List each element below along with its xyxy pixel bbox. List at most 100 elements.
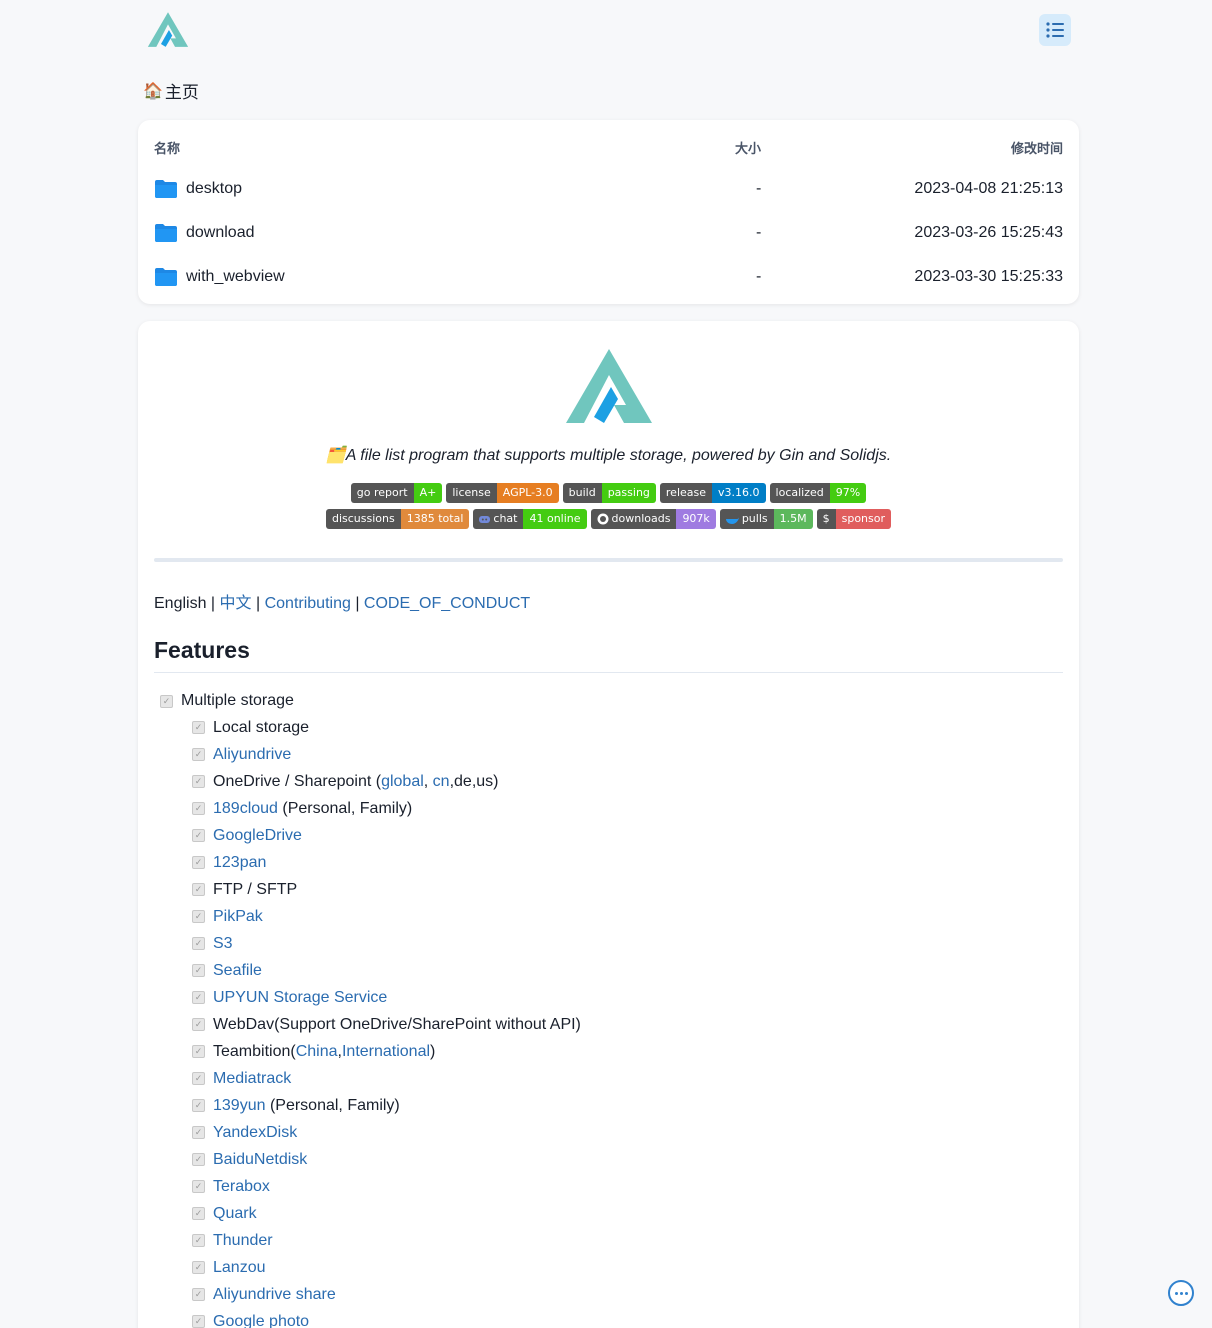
column-modified[interactable]: 修改时间 (1011, 138, 1063, 157)
file-name[interactable]: desktop (186, 180, 242, 198)
checkbox-checked[interactable]: ✓ (192, 964, 205, 977)
storage-item: ✓ BaiduNetdisk (192, 1146, 581, 1173)
column-name[interactable]: 名称 (154, 138, 180, 157)
badge-value: 97% (829, 483, 867, 503)
features-heading: Features (154, 637, 1063, 673)
badge[interactable]: license AGPL-3.0 (446, 483, 559, 503)
list-icon (1046, 22, 1064, 38)
badge-label-text: $ (822, 512, 830, 525)
checkbox-checked[interactable]: ✓ (192, 910, 205, 923)
checkbox-checked[interactable]: ✓ (192, 1315, 205, 1328)
file-row[interactable]: with_webview - 2023-03-30 15:25:33 (154, 259, 1063, 295)
checkbox-checked[interactable]: ✓ (192, 802, 205, 815)
storage-item: ✓ Aliyundrive share (192, 1281, 581, 1308)
checkbox-checked[interactable]: ✓ (192, 721, 205, 734)
checkbox-checked[interactable]: ✓ (160, 694, 173, 708)
checkbox-checked[interactable]: ✓ (192, 829, 205, 842)
feature-item: ✓ Multiple storage (160, 688, 581, 714)
storage-link[interactable]: Quark (213, 1205, 257, 1222)
tagline-text: A file list program that supports multip… (345, 447, 892, 464)
checkbox-checked[interactable]: ✓ (192, 1234, 205, 1247)
storage-link[interactable]: 189cloud (213, 800, 278, 817)
checkbox-checked[interactable]: ✓ (192, 883, 205, 896)
storage-label: Mediatrack (213, 1070, 291, 1088)
checkbox-checked[interactable]: ✓ (192, 1207, 205, 1220)
file-name[interactable]: download (186, 224, 255, 242)
storage-item: ✓ PikPak (192, 903, 581, 930)
storage-link[interactable]: International (342, 1043, 430, 1060)
badge[interactable]: discussions 1385 total (325, 509, 470, 529)
alist-logo-icon[interactable] (146, 10, 190, 50)
storage-link[interactable]: YandexDisk (213, 1124, 297, 1141)
file-row[interactable]: download - 2023-03-26 15:25:43 (154, 215, 1063, 251)
menu-toggle-button[interactable] (1039, 14, 1071, 46)
storage-link[interactable]: Lanzou (213, 1259, 266, 1276)
storage-link[interactable]: UPYUN Storage Service (213, 989, 387, 1006)
contributing-link[interactable]: Contributing (265, 595, 351, 612)
badge[interactable]: chat 41 online (473, 509, 587, 529)
storage-link[interactable]: GoogleDrive (213, 827, 302, 844)
column-size[interactable]: 大小 (735, 138, 761, 157)
file-row[interactable]: desktop - 2023-04-08 21:25:13 (154, 171, 1063, 207)
checkbox-checked[interactable]: ✓ (192, 1045, 205, 1058)
file-size: - (756, 268, 762, 285)
badge-label: build (562, 483, 602, 503)
discord-icon (479, 515, 491, 523)
checkbox-checked[interactable]: ✓ (192, 1072, 205, 1085)
checkbox-checked[interactable]: ✓ (192, 856, 205, 869)
badge[interactable]: pulls 1.5M (719, 509, 813, 529)
storage-link[interactable]: Aliyundrive (213, 746, 291, 763)
badge-value: 1.5M (773, 509, 813, 529)
storage-link[interactable]: Seafile (213, 962, 262, 979)
separator: | (350, 595, 364, 612)
breadcrumb[interactable]: 🏠 主页 (143, 78, 199, 103)
storage-text: ) (430, 1042, 436, 1060)
badge[interactable]: downloads 907k (590, 509, 716, 529)
storage-link[interactable]: S3 (213, 935, 233, 952)
checkbox-checked[interactable]: ✓ (192, 1018, 205, 1031)
storage-label: Aliyundrive (213, 746, 291, 764)
checkbox-checked[interactable]: ✓ (192, 1099, 205, 1112)
badge[interactable]: release v3.16.0 (659, 483, 766, 503)
storage-link[interactable]: BaiduNetdisk (213, 1151, 307, 1168)
storage-link[interactable]: Mediatrack (213, 1070, 291, 1087)
storage-link[interactable]: 123pan (213, 854, 266, 871)
file-list: 名称 大小 修改时间 desktop - 2023-04-08 21:25:13 do… (138, 120, 1079, 304)
badge[interactable]: go report A+ (350, 483, 443, 503)
storage-label: BaiduNetdisk (213, 1151, 307, 1169)
code-of-conduct-link[interactable]: CODE_OF_CONDUCT (364, 595, 530, 612)
badge-label: discussions (325, 509, 401, 529)
lang-chinese-link[interactable]: 中文 (220, 595, 252, 612)
storage-link[interactable]: cn (433, 773, 450, 790)
storage-link[interactable]: Google photo (213, 1313, 309, 1328)
checkbox-checked[interactable]: ✓ (192, 775, 205, 788)
checkbox-checked[interactable]: ✓ (192, 937, 205, 950)
checkbox-checked[interactable]: ✓ (192, 1153, 205, 1166)
github-icon (597, 513, 609, 525)
badge[interactable]: build passing (562, 483, 656, 503)
checkbox-checked[interactable]: ✓ (192, 1261, 205, 1274)
checkbox-checked[interactable]: ✓ (192, 748, 205, 761)
badge[interactable]: $ sponsor (816, 509, 892, 529)
badge[interactable]: localized 97% (769, 483, 867, 503)
checkbox-checked[interactable]: ✓ (192, 1180, 205, 1193)
file-name[interactable]: with_webview (186, 268, 285, 286)
storage-link[interactable]: Thunder (213, 1232, 273, 1249)
storage-link[interactable]: 139yun (213, 1097, 266, 1114)
breadcrumb-home-label[interactable]: 主页 (165, 78, 199, 103)
storage-link[interactable]: PikPak (213, 908, 263, 925)
checkbox-checked[interactable]: ✓ (192, 1288, 205, 1301)
storage-link[interactable]: China (296, 1043, 338, 1060)
storage-item: ✓ FTP / SFTP (192, 876, 581, 903)
storage-link[interactable]: Aliyundrive share (213, 1286, 336, 1303)
storage-text: OneDrive / Sharepoint ( (213, 772, 382, 790)
checkbox-checked[interactable]: ✓ (192, 991, 205, 1004)
badge-label: $ (816, 509, 836, 529)
badge-label-text: license (452, 486, 491, 499)
badge-value: A+ (413, 483, 443, 503)
storage-label: Teambition(China,International) (213, 1043, 435, 1061)
more-horizontal-icon[interactable] (1168, 1280, 1194, 1306)
checkbox-checked[interactable]: ✓ (192, 1126, 205, 1139)
storage-link[interactable]: Terabox (213, 1178, 270, 1195)
storage-link[interactable]: global (381, 773, 424, 790)
